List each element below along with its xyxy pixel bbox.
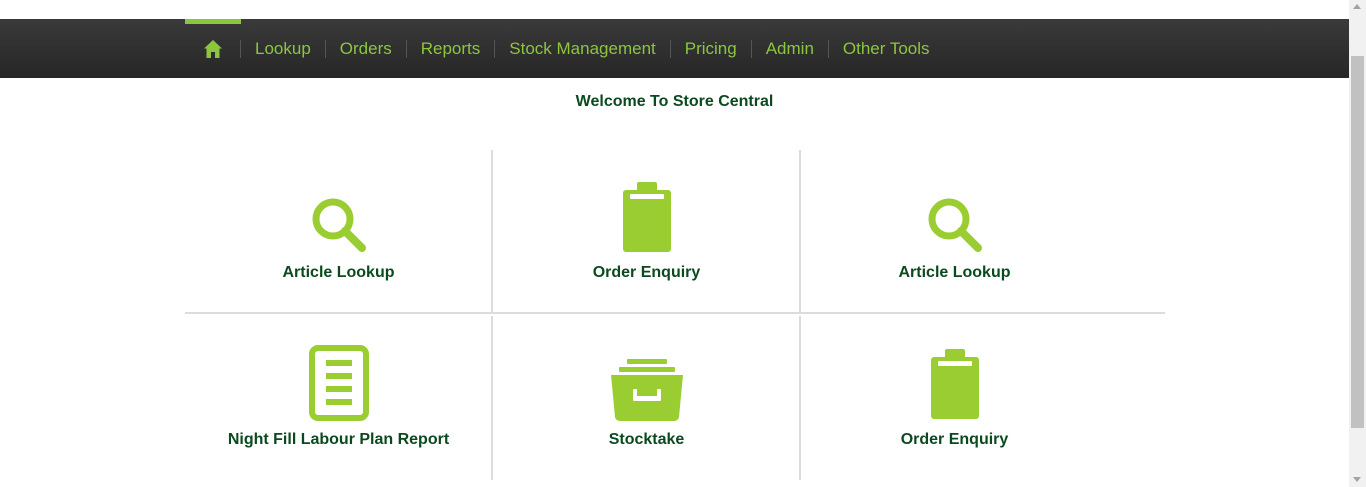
nav-item-pricing[interactable]: Pricing (685, 19, 737, 78)
nav-inner: Lookup Orders Reports Stock Management P… (185, 19, 930, 78)
scroll-down-arrow-icon[interactable] (1353, 477, 1361, 482)
clipboard-icon (622, 182, 671, 252)
nav-item-orders[interactable]: Orders (340, 19, 392, 78)
tile-article-lookup[interactable]: Article Lookup (185, 150, 492, 316)
nav-separator (324, 39, 326, 58)
search-icon (928, 198, 982, 252)
page: Lookup Orders Reports Stock Management P… (0, 0, 1366, 487)
drawer-icon (610, 359, 683, 421)
tile-icon-wrap (308, 343, 369, 421)
welcome-heading: Welcome To Store Central (575, 93, 774, 110)
tile-label: Article Lookup (282, 264, 395, 281)
nav-separator (669, 39, 671, 58)
nav-item-reports[interactable]: Reports (421, 19, 481, 78)
nav-separator (405, 39, 407, 58)
tile-stocktake[interactable]: Stocktake (493, 317, 800, 483)
main-navbar: Lookup Orders Reports Stock Management P… (0, 19, 1349, 78)
nav-separator (494, 39, 496, 58)
active-indicator (185, 19, 241, 24)
nav-home-button[interactable] (185, 19, 241, 78)
tile-order-enquiry[interactable]: Order Enquiry (493, 150, 800, 316)
nav-item-other-tools[interactable]: Other Tools (843, 19, 930, 78)
nav-separator (827, 39, 829, 58)
tile-label: Stocktake (608, 431, 685, 448)
nav-item-lookup[interactable]: Lookup (255, 19, 311, 78)
tile-article-lookup-2[interactable]: Article Lookup (801, 150, 1108, 316)
nav-item-admin[interactable]: Admin (766, 19, 814, 78)
tile-label: Night Fill Labour Plan Report (227, 431, 450, 448)
tile-icon-wrap (609, 343, 685, 421)
report-icon (308, 345, 369, 421)
nav-separator (240, 39, 241, 58)
vertical-scrollbar[interactable] (1349, 0, 1366, 487)
search-icon (312, 198, 366, 252)
tile-label: Article Lookup (898, 264, 1011, 281)
tile-icon-wrap (621, 176, 673, 254)
home-icon (203, 39, 222, 58)
tile-icon-wrap (310, 176, 368, 254)
tile-night-fill-labour-plan-report[interactable]: Night Fill Labour Plan Report (185, 317, 492, 483)
clipboard-icon (930, 349, 979, 419)
tile-icon-wrap (926, 176, 984, 254)
nav-separator (750, 39, 752, 58)
nav-item-stock-management[interactable]: Stock Management (509, 19, 655, 78)
top-strip (0, 0, 1349, 19)
tile-order-enquiry-2[interactable]: Order Enquiry (801, 317, 1108, 483)
scroll-up-arrow-icon[interactable] (1353, 4, 1361, 9)
scrollbar-thumb[interactable] (1351, 56, 1364, 428)
tile-label: Order Enquiry (900, 431, 1009, 448)
tile-icon-wrap (929, 343, 981, 421)
tile-label: Order Enquiry (592, 264, 701, 281)
